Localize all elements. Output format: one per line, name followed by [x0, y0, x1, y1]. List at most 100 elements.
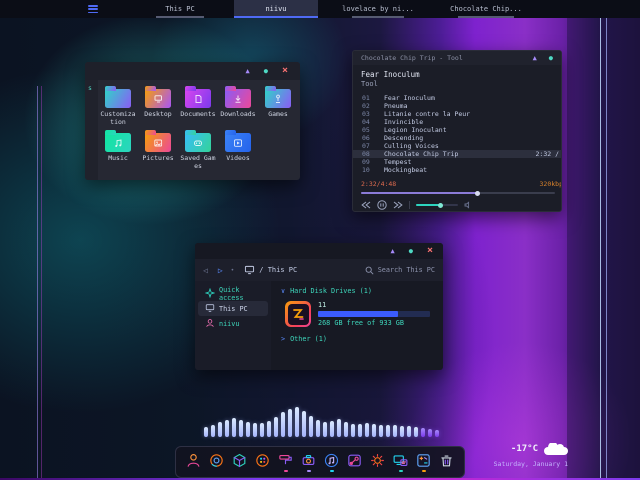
maximize-button[interactable]: ● — [264, 67, 268, 75]
visualizer-bar — [386, 425, 390, 437]
visualizer-bar — [232, 418, 236, 437]
dock-steam-icon[interactable] — [344, 452, 365, 472]
breadcrumb[interactable]: / This PC — [244, 265, 297, 275]
dock-calculator-icon[interactable] — [413, 452, 434, 472]
recent-locations-icon[interactable]: • — [231, 267, 235, 274]
playlist-track-05[interactable]: 05 Legion Inoculant — [353, 126, 561, 134]
taskbar-tab-niivu[interactable]: niivu — [234, 0, 318, 18]
folder-downloads[interactable]: Downloads — [220, 86, 256, 130]
track-number: 04 — [362, 118, 370, 126]
visualizer-bar — [358, 424, 362, 437]
dock-screenshot-camera-icon[interactable] — [298, 452, 319, 472]
temperature: -17°C — [510, 444, 538, 454]
playlist-track-07[interactable]: 07 Culling Voices — [353, 142, 561, 150]
folder-pictures[interactable]: Pictures — [140, 130, 176, 174]
dock-paint-roller-icon[interactable] — [275, 452, 296, 472]
explorer-content: ∨ Hard Disk Drives (1) 11 268 GB free of… — [271, 281, 443, 370]
taskbar-tab-chocolate-chip-[interactable]: Chocolate Chip... — [440, 0, 532, 18]
close-icon[interactable]: × — [427, 246, 433, 256]
running-indicator-dot — [329, 470, 334, 472]
playlist-track-09[interactable]: 09 Tempest — [353, 158, 561, 166]
visualizer-bar — [260, 423, 264, 437]
track-number: 02 — [362, 102, 370, 110]
folder-customization[interactable]: Customization — [100, 86, 136, 130]
minimize-button[interactable]: ▲ — [391, 247, 395, 255]
playlist-track-03[interactable]: 03 Litanie contre la Peur — [353, 110, 561, 118]
dock-settings-gear-icon[interactable] — [367, 452, 388, 472]
dock-color-picker-icon[interactable] — [252, 452, 273, 472]
chevron-down-icon: ∨ — [281, 287, 286, 295]
close-icon[interactable]: × — [282, 66, 288, 76]
pause-icon[interactable] — [377, 200, 387, 210]
visualizer-bar — [365, 423, 369, 437]
player-titlebar: Chocolate Chip Trip - Tool ▲ ● — [353, 51, 561, 65]
chevron-right-icon: > — [281, 335, 286, 343]
drive-label: 11 — [318, 301, 327, 309]
previous-track-icon[interactable] — [361, 201, 371, 209]
folder-desktop[interactable]: Desktop — [140, 86, 176, 130]
star-icon — [204, 287, 216, 300]
dock-chrome-browser-icon[interactable] — [206, 452, 227, 472]
forward-arrow-icon[interactable]: ▷ — [218, 266, 223, 275]
back-arrow-icon[interactable]: ◁ — [203, 266, 208, 275]
running-indicator-dot — [306, 470, 311, 472]
section-other[interactable]: > Other (1) — [281, 335, 443, 343]
sidebar-item-label: This PC — [219, 304, 248, 313]
visualizer-bar — [274, 417, 278, 437]
visualizer-bar — [379, 425, 383, 437]
sidebar-item-this-pc[interactable]: This PC — [198, 301, 268, 316]
now-playing-artist: Tool — [361, 80, 378, 88]
running-indicator-dot — [353, 470, 357, 472]
drive-item[interactable]: 11 268 GB free of 933 GB — [285, 301, 443, 327]
dock-display-settings-icon[interactable] — [390, 452, 411, 472]
visualizer-bar — [337, 419, 341, 437]
seek-bar[interactable] — [361, 190, 555, 196]
folder-games[interactable]: Games — [260, 86, 296, 130]
visualizer-bar — [414, 427, 418, 437]
folder-window-sidebar[interactable]: s — [85, 80, 98, 180]
mute-icon[interactable] — [464, 201, 472, 209]
running-indicator-dot — [283, 470, 288, 472]
folder-music[interactable]: Music — [100, 130, 136, 174]
visualizer-bar — [246, 422, 250, 437]
section-hard-disk-drives[interactable]: ∨ Hard Disk Drives (1) — [281, 287, 443, 295]
playlist-track-02[interactable]: 02 Pneuma — [353, 102, 561, 110]
visualizer-bar — [372, 424, 376, 437]
playlist-track-01[interactable]: 01 Fear Inoculum — [353, 94, 561, 102]
playlist-track-06[interactable]: 06 Descending — [353, 134, 561, 142]
taskbar-tab-this-pc[interactable]: This PC — [140, 0, 220, 18]
drive-capacity-bar — [318, 311, 430, 317]
next-track-icon[interactable] — [393, 201, 403, 209]
playlist: 01 Fear Inoculum 02 Pneuma 03 Litanie contre … — [353, 94, 561, 174]
folder-videos[interactable]: Videos — [220, 130, 256, 174]
playlist-track-10[interactable]: 10 Mockingbeat — [353, 166, 561, 174]
sidebar-item-label: niivu — [219, 319, 240, 328]
sidebar-item-niivu[interactable]: niivu — [198, 316, 268, 331]
menu-icon[interactable] — [88, 5, 98, 13]
taskbar-tab-lovelace-by-ni-[interactable]: lovelace by ni... — [334, 0, 422, 18]
folder-saved-games[interactable]: Saved Games — [180, 130, 216, 174]
playlist-track-08[interactable]: 08 Chocolate Chip Trip 2:32 / — [353, 150, 561, 158]
minimize-button[interactable]: ▲ — [533, 54, 537, 62]
folder-icon — [225, 86, 251, 108]
dock-user-profile-icon[interactable] — [183, 452, 204, 472]
folder-label: Videos — [226, 154, 250, 162]
sidebar-item-quick-access[interactable]: Quick access — [198, 286, 268, 302]
folder-label: Pictures — [142, 154, 174, 162]
explorer-sidebar: Quick access This PC niivu — [195, 281, 271, 370]
dock-cube-app-icon[interactable] — [229, 452, 250, 472]
maximize-button[interactable]: ● — [409, 247, 413, 255]
search-input[interactable]: Search This PC — [365, 266, 435, 275]
explorer-toolbar: ◁ ▷ • / This PC Search This PC — [195, 259, 443, 281]
visualizer-bar — [435, 430, 439, 437]
folder-icon — [225, 130, 251, 152]
minimize-button[interactable]: ▲ — [246, 67, 250, 75]
dock-recycle-bin-icon[interactable] — [436, 452, 457, 472]
folder-documents[interactable]: Documents — [180, 86, 216, 130]
folder-window-titlebar: ▲ ● × — [85, 62, 300, 80]
playlist-track-04[interactable]: 04 Invincible — [353, 118, 561, 126]
maximize-button[interactable]: ● — [549, 54, 553, 62]
bitrate: 320kbp — [539, 180, 562, 188]
volume-slider[interactable] — [416, 202, 458, 208]
dock-music-app-icon[interactable] — [321, 452, 342, 472]
